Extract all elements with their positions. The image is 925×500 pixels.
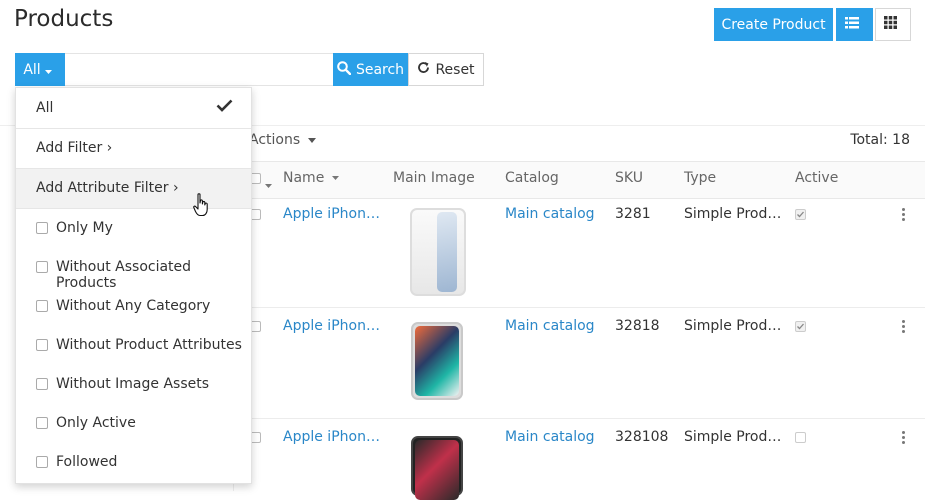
catalog-link[interactable]: Main catalog (505, 318, 595, 334)
type-value: Simple Prod… (684, 318, 782, 334)
active-checkbox (795, 209, 806, 220)
option-checkbox[interactable] (36, 222, 48, 234)
filter-option-label: Only Active (56, 415, 136, 431)
filter-scope-dropdown[interactable]: All (15, 53, 65, 86)
list-view-icon (845, 16, 864, 33)
row-menu-icon[interactable] (902, 320, 906, 335)
grid-view-icon (884, 16, 902, 33)
actions-label: Actions (249, 132, 301, 148)
option-checkbox[interactable] (36, 417, 48, 429)
column-header-name[interactable]: Name (283, 170, 339, 186)
column-header-active[interactable]: Active (795, 170, 838, 186)
filter-option-label: Without Product Attributes (56, 337, 242, 353)
filter-option-all-label: All (36, 100, 54, 116)
caret-down-icon (44, 62, 57, 78)
row-menu-icon[interactable] (902, 431, 906, 446)
option-checkbox[interactable] (36, 261, 48, 273)
filter-option-without-product-attributes[interactable]: Without Product Attributes (16, 326, 251, 365)
filter-option-without-any-category[interactable]: Without Any Category (16, 287, 251, 326)
filter-option-only-my[interactable]: Only My (16, 209, 251, 248)
option-checkbox[interactable] (36, 300, 48, 312)
search-button[interactable]: Search (333, 53, 408, 86)
filter-option-without-image-assets[interactable]: Without Image Assets (16, 365, 251, 404)
caret-down-icon[interactable] (265, 176, 272, 192)
grid-view-button[interactable] (875, 8, 911, 41)
add-attribute-filter-item[interactable]: Add Attribute Filter › (16, 169, 251, 208)
row-menu-icon[interactable] (902, 208, 906, 223)
column-header-name-label: Name (283, 170, 325, 186)
caret-down-icon (305, 132, 316, 148)
column-header-sku[interactable]: SKU (615, 170, 643, 186)
sort-caret-icon (329, 170, 339, 186)
checkmark-icon (216, 99, 233, 116)
filter-option-followed[interactable]: Followed (16, 443, 251, 482)
filter-option-label: Followed (56, 454, 118, 470)
reset-button-label: Reset (435, 61, 475, 78)
add-filter-item[interactable]: Add Filter › (16, 129, 251, 168)
active-checkbox (795, 432, 806, 443)
catalog-link[interactable]: Main catalog (505, 429, 595, 445)
page-title: Products (14, 6, 114, 32)
filter-option-without-associated-products[interactable]: Without Associated Products (16, 248, 251, 291)
product-name-link[interactable]: Apple iPhon… (283, 429, 380, 445)
filter-scope-label: All (23, 61, 41, 78)
filter-option-all[interactable]: All (16, 88, 251, 128)
search-button-label: Search (355, 61, 405, 78)
filter-option-label: Only My (56, 220, 113, 236)
option-checkbox[interactable] (36, 339, 48, 351)
column-header-catalog[interactable]: Catalog (505, 170, 559, 186)
type-value: Simple Prod… (684, 206, 782, 222)
hand-cursor-icon (193, 193, 211, 221)
reset-button[interactable]: Reset (408, 53, 484, 86)
filter-option-label: Without Any Category (56, 298, 211, 314)
search-input[interactable] (65, 53, 333, 86)
sku-value: 328108 (615, 429, 669, 445)
search-icon (337, 60, 356, 79)
product-name-link[interactable]: Apple iPhon… (283, 206, 380, 222)
list-view-button[interactable] (836, 8, 873, 41)
add-filter-label: Add Filter › (36, 140, 113, 156)
active-checkbox (795, 321, 806, 332)
filter-option-only-active[interactable]: Only Active (16, 404, 251, 443)
filter-dropdown-menu: All Add Filter › Add Attribute Filter › … (15, 87, 252, 484)
product-thumbnail[interactable] (411, 436, 463, 500)
column-header-type[interactable]: Type (684, 170, 716, 186)
product-thumbnail[interactable] (410, 208, 466, 296)
row-divider (234, 418, 925, 419)
refresh-icon (417, 61, 435, 78)
product-thumbnail[interactable] (411, 322, 463, 400)
create-product-button[interactable]: Create Product (714, 8, 833, 41)
option-checkbox[interactable] (36, 456, 48, 468)
total-count: Total: 18 (850, 132, 910, 148)
mass-actions-dropdown[interactable]: Actions (249, 132, 316, 148)
option-checkbox[interactable] (36, 378, 48, 390)
catalog-link[interactable]: Main catalog (505, 206, 595, 222)
add-attribute-filter-label: Add Attribute Filter › (36, 180, 179, 196)
filter-option-label: Without Image Assets (56, 376, 210, 392)
product-name-link[interactable]: Apple iPhon… (283, 318, 380, 334)
sku-value: 32818 (615, 318, 660, 334)
column-header-main-image: Main Image (393, 170, 475, 186)
type-value: Simple Prod… (684, 429, 782, 445)
sku-value: 3281 (615, 206, 651, 222)
row-divider (234, 307, 925, 308)
